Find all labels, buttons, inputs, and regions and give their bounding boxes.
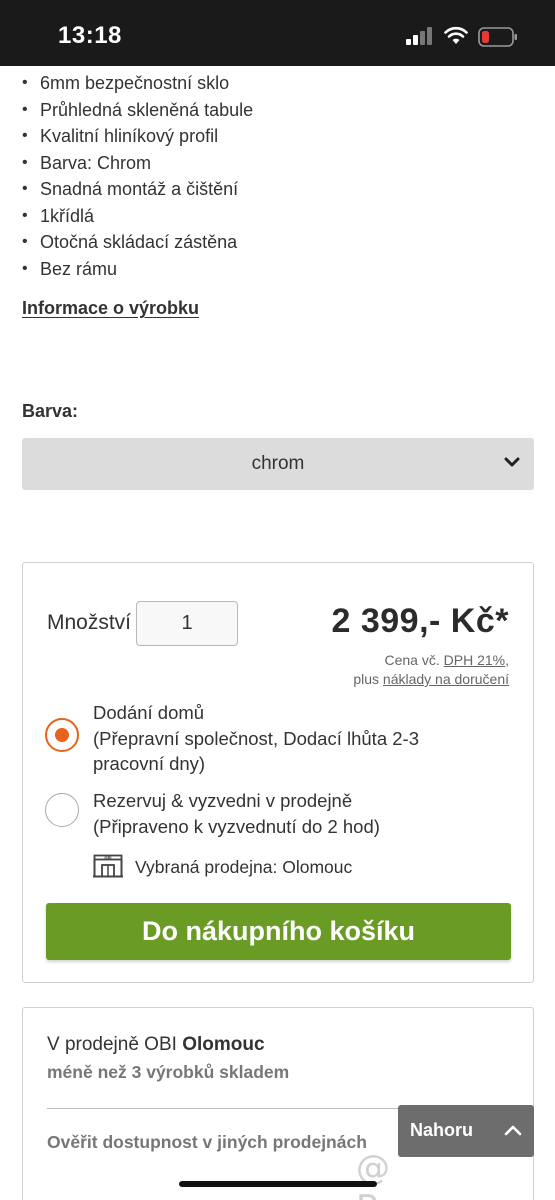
feature-list: 6mm bezpečnostní sklo Průhledná skleněná… xyxy=(22,70,253,282)
svg-text:OBI: OBI xyxy=(104,856,111,860)
quantity-label: Množství xyxy=(47,611,132,634)
feature-item: Průhledná skleněná tabule xyxy=(22,97,253,124)
price: 2 399,- Kč* xyxy=(331,602,509,640)
color-label: Barva: xyxy=(22,401,79,421)
feature-item: Kvalitní hliníkový profil xyxy=(22,123,253,150)
feature-item: Barva: Chrom xyxy=(22,150,253,177)
feature-item: 1křídlá xyxy=(22,203,253,230)
price-note-plus: plus xyxy=(353,671,380,687)
vat-link[interactable]: DPH 21% xyxy=(444,652,505,668)
color-select[interactable]: chrom xyxy=(22,438,534,490)
product-info-link[interactable]: Informace o výrobku xyxy=(22,298,199,319)
store-pickup-radio[interactable] xyxy=(45,793,79,827)
status-bar: 13:18 xyxy=(0,0,555,66)
feature-item: Bez rámu xyxy=(22,256,253,283)
delivery-costs-link[interactable]: náklady na doručení xyxy=(383,671,509,687)
wifi-icon xyxy=(444,26,468,44)
stock-availability: méně než 3 výrobků skladem xyxy=(47,1062,290,1082)
selected-store-text: Vybraná prodejna: Olomouc xyxy=(135,857,353,877)
home-indicator xyxy=(179,1181,377,1187)
store-pickup-detail: (Připraveno k vyzvednutí do 2 hod) xyxy=(93,815,380,837)
home-delivery-radio[interactable] xyxy=(45,718,79,752)
feature-item: Otočná skládací zástěna xyxy=(22,229,253,256)
price-note: Cena vč. DPH 21%, plus náklady na doruče… xyxy=(353,652,509,687)
home-delivery-detail: (Přepravní společnost, Dodací lhůta 2-3 xyxy=(93,727,419,749)
home-delivery-detail: pracovní dny) xyxy=(93,753,206,774)
cellular-signal-icon xyxy=(406,27,432,45)
color-select-value: chrom xyxy=(251,453,305,474)
add-to-cart-button[interactable]: Do nákupního košíku xyxy=(46,903,511,960)
store-pickup-title: Rezervuj & vyzvedni v prodejně xyxy=(93,790,353,811)
store-icon: OBI xyxy=(93,854,123,878)
purchase-box: Množství 1 2 399,- Kč* Cena vč. DPH 21%,… xyxy=(22,562,534,983)
store-name: Olomouc xyxy=(182,1034,265,1055)
feature-item: 6mm bezpečnostní sklo xyxy=(22,70,253,97)
home-delivery-option[interactable]: Dodání domů (Přepravní společnost, Dodac… xyxy=(93,700,419,777)
home-delivery-title: Dodání domů xyxy=(93,702,205,723)
price-note-prefix: Cena vč. xyxy=(384,652,440,668)
status-time: 13:18 xyxy=(58,22,122,49)
chevron-down-icon xyxy=(504,457,520,467)
feature-item: Snadná montáž a čištění xyxy=(22,176,253,203)
quantity-input[interactable]: 1 xyxy=(136,601,238,646)
radio-selected-dot xyxy=(55,728,69,742)
chevron-up-icon xyxy=(504,1125,522,1136)
store-stock-title: V prodejně OBI Olomouc xyxy=(47,1034,265,1056)
check-other-stores-link[interactable]: Ověřit dostupnost v jiných prodejnách xyxy=(47,1132,367,1153)
watermark: @ Bazos.cz xyxy=(356,1148,511,1200)
battery-icon xyxy=(478,27,517,47)
scroll-to-top-label: Nahoru xyxy=(410,1120,473,1140)
store-pickup-option[interactable]: Rezervuj & vyzvedni v prodejně (Připrave… xyxy=(93,788,380,839)
store-stock-prefix: V prodejně OBI xyxy=(47,1034,177,1055)
